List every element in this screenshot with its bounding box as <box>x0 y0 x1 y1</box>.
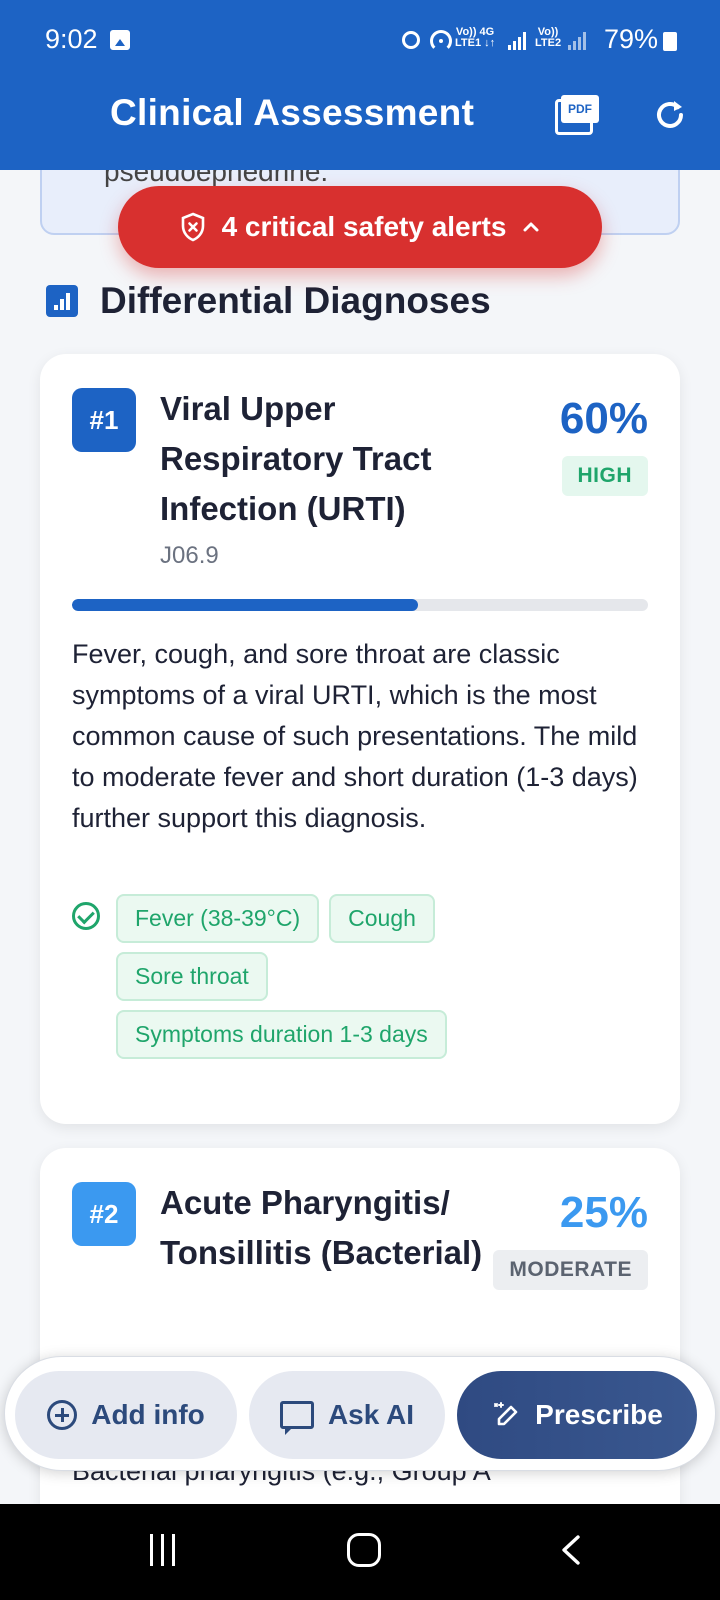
sim2-signal-icon <box>568 32 590 50</box>
ask-ai-button[interactable]: Ask AI <box>249 1371 445 1459</box>
page-title: Clinical Assessment <box>110 92 475 133</box>
diagnosis-rank: #2 <box>72 1182 136 1246</box>
system-nav-bar <box>0 1504 720 1600</box>
pen-sparkle-icon <box>494 1402 518 1426</box>
chevron-up-icon <box>523 222 539 232</box>
finding-chip: Sore throat <box>116 952 268 1001</box>
home-icon[interactable] <box>347 1533 381 1567</box>
add-info-label: Add info <box>91 1399 205 1430</box>
section-title: Differential Diagnoses <box>100 280 491 321</box>
likelihood-badge: MODERATE <box>493 1250 648 1290</box>
probability-bar-fill <box>72 599 418 611</box>
diagnosis-card[interactable]: #1 Viral Upper Respiratory Tract Infecti… <box>40 354 680 1124</box>
app-header: 9:02 Vo)) 4G LTE1 ↓↑ Vo)) LTE2 79% Clini… <box>0 0 720 170</box>
diagnosis-name: Acute Pharyngitis/ Tonsillitis (Bacteria… <box>160 1184 483 1271</box>
supporting-findings: Fever (38-39°C) Cough Sore throat Sympto… <box>116 894 556 1059</box>
prescribe-button[interactable]: Prescribe <box>457 1371 697 1459</box>
battery-percent: 79% <box>604 24 659 54</box>
hotspot-icon <box>430 30 452 52</box>
critical-alerts-label: 4 critical safety alerts <box>221 211 507 242</box>
alarm-icon <box>402 31 420 49</box>
probability-bar <box>72 599 648 611</box>
plus-circle-icon <box>47 1400 78 1430</box>
sim1-signal-icon <box>508 32 530 50</box>
chat-icon <box>279 1401 314 1435</box>
check-circle-icon <box>72 902 100 930</box>
finding-chip: Fever (38-39°C) <box>116 894 320 943</box>
export-pdf-button[interactable]: PDF <box>555 95 599 135</box>
prescribe-label: Prescribe <box>535 1399 663 1430</box>
finding-chip: Symptoms duration 1-3 days <box>116 1010 447 1059</box>
icd-code: J06.9 <box>160 542 219 569</box>
probability-percent: 25% <box>559 1188 648 1237</box>
battery-charging-icon <box>663 32 677 51</box>
critical-alerts-banner[interactable]: 4 critical safety alerts <box>118 186 602 268</box>
sim2-network-icon: Vo)) LTE2 <box>535 26 562 49</box>
recent-apps-icon[interactable] <box>148 1534 178 1566</box>
probability-percent: 60% <box>559 394 648 443</box>
status-bar: 9:02 Vo)) 4G LTE1 ↓↑ Vo)) LTE2 79% <box>0 0 720 82</box>
refresh-icon[interactable] <box>652 97 688 133</box>
diagnosis-name: Viral Upper Respiratory Tract Infection … <box>160 390 432 527</box>
bar-chart-icon <box>46 285 78 317</box>
section-header: Differential Diagnoses <box>46 280 491 322</box>
diagnosis-rank: #1 <box>72 388 136 452</box>
back-icon[interactable] <box>556 1534 588 1566</box>
diagnosis-rationale: Fever, cough, and sore throat are classi… <box>72 639 638 833</box>
bottom-action-bar: Add info Ask AI Prescribe <box>4 1356 716 1471</box>
gallery-notification-icon <box>110 30 130 50</box>
sim1-network-icon: Vo)) 4G LTE1 ↓↑ <box>455 26 496 49</box>
shield-x-icon <box>181 212 204 242</box>
status-time: 9:02 <box>45 24 98 54</box>
ask-ai-label: Ask AI <box>327 1399 415 1430</box>
add-info-button[interactable]: Add info <box>15 1371 237 1459</box>
finding-chip: Cough <box>329 894 435 943</box>
likelihood-badge: HIGH <box>561 456 648 496</box>
